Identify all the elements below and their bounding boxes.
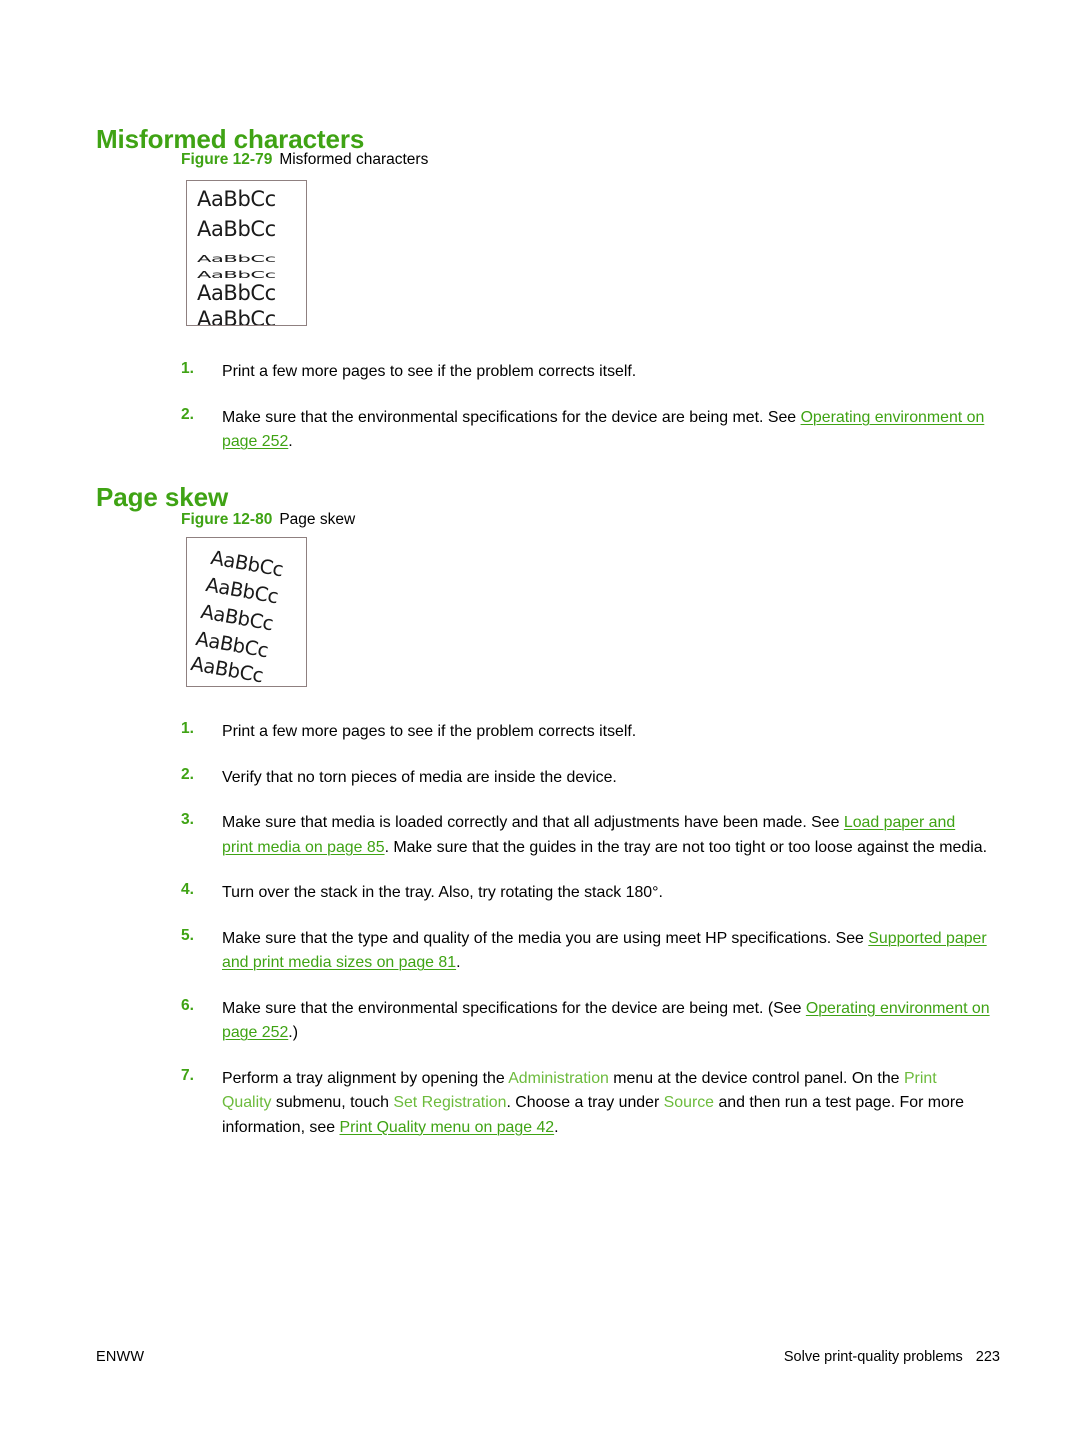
steps-list-misformed-characters: 1. Print a few more pages to see if the p… <box>0 360 1080 455</box>
figure-sample-line: AaBbCc <box>197 217 276 241</box>
figure-caption-text-12-80: Page skew <box>279 511 356 528</box>
figure-image-misformed-characters: AaBbCc AaBbCc AaBbCc AaBbCc AaBbCc AaBbCc <box>186 180 307 326</box>
figure-caption-12-80: Figure 12-80 Page skew <box>181 511 355 529</box>
xref-supported-paper-and-print-media-sizes[interactable]: Supported paper and print media sizes on… <box>222 930 987 972</box>
list-item: 1. Print a few more pages to see if the p… <box>0 720 1080 745</box>
list-item-number: 1. <box>181 720 194 737</box>
figure-caption-text-12-79: Misformed characters <box>279 151 429 168</box>
list-item-text: Turn over the stack in the tray. Also, t… <box>222 884 663 901</box>
footer-locale-label: ENWW <box>96 1349 145 1365</box>
list-item-number: 4. <box>181 881 194 898</box>
list-item-text: Print a few more pages to see if the pro… <box>222 363 637 380</box>
list-item-number: 2. <box>181 405 194 423</box>
ui-term-administration: Administration <box>508 1069 609 1087</box>
figure-sample-line: AaBbCc <box>197 307 276 326</box>
list-item-text: Print a few more pages to see if the pro… <box>222 723 637 740</box>
list-item-number: 6. <box>181 996 194 1014</box>
list-item-number: 3. <box>181 811 194 828</box>
list-item: 5. Make sure that the type and quality of… <box>0 927 1080 976</box>
footer-right-group: Solve print-quality problems 223 <box>784 1349 1000 1365</box>
document-page: Misformed characters Figure 12-79 Misform… <box>0 0 1080 1437</box>
page-footer: ENWW Solve print-quality problems 223 <box>0 1349 1080 1373</box>
xref-load-paper-and-print-media[interactable]: Load paper and print media on page 85 <box>222 814 955 856</box>
section-heading-page-skew: Page skew <box>96 482 229 513</box>
list-item-text: Make sure that the type and quality of t… <box>222 929 987 972</box>
list-item: 2. Make sure that the environmental speci… <box>0 406 1080 455</box>
list-item: 3. Make sure that media is loaded correct… <box>0 811 1080 860</box>
list-item-text: Verify that no torn pieces of media are … <box>222 768 617 786</box>
list-item: 2. Verify that no torn pieces of media ar… <box>0 766 1080 791</box>
figure-image-page-skew: AaBbCc AaBbCc AaBbCc AaBbCc AaBbCc <box>186 537 307 687</box>
list-item: 1. Print a few more pages to see if the p… <box>0 360 1080 385</box>
list-item-number: 5. <box>181 926 194 944</box>
xref-operating-environment[interactable]: Operating environment on page 252 <box>222 409 984 451</box>
figure-sample-line: AaBbCc <box>197 253 276 265</box>
figure-sample-line: AaBbCc <box>197 187 276 211</box>
figure-label-12-79: Figure 12-79 <box>181 151 273 168</box>
footer-page-number: 223 <box>975 1349 1000 1365</box>
steps-list-page-skew: 1. Print a few more pages to see if the p… <box>0 720 1080 1140</box>
figure-label-12-80: Figure 12-80 <box>181 511 273 528</box>
list-item-number: 2. <box>181 765 194 783</box>
list-item-text: Perform a tray alignment by opening the … <box>222 1069 965 1136</box>
list-item: 7. Perform a tray alignment by opening th… <box>0 1067 1080 1141</box>
xref-operating-environment-2[interactable]: Operating environment on page 252 <box>222 1000 990 1042</box>
list-item-number: 7. <box>181 1066 194 1084</box>
ui-term-set-registration: Set Registration <box>393 1094 507 1111</box>
list-item: 4. Turn over the stack in the tray. Also,… <box>0 881 1080 906</box>
figure-sample-line: AaBbCc <box>197 281 276 305</box>
ui-term-source: Source <box>663 1094 715 1111</box>
list-item-number: 1. <box>181 360 194 377</box>
footer-chapter-title: Solve print-quality problems <box>783 1349 963 1365</box>
list-item: 6. Make sure that the environmental speci… <box>0 997 1080 1046</box>
list-item-text: Make sure that media is loaded correctly… <box>222 814 988 856</box>
figure-sample-line: AaBbCc <box>197 269 276 281</box>
list-item-text: Make sure that the environmental specifi… <box>222 999 990 1042</box>
figure-caption-12-79: Figure 12-79 Misformed characters <box>181 151 428 169</box>
list-item-text: Make sure that the environmental specifi… <box>222 408 985 451</box>
xref-print-quality-menu[interactable]: Print Quality menu on page 42 <box>339 1119 554 1136</box>
